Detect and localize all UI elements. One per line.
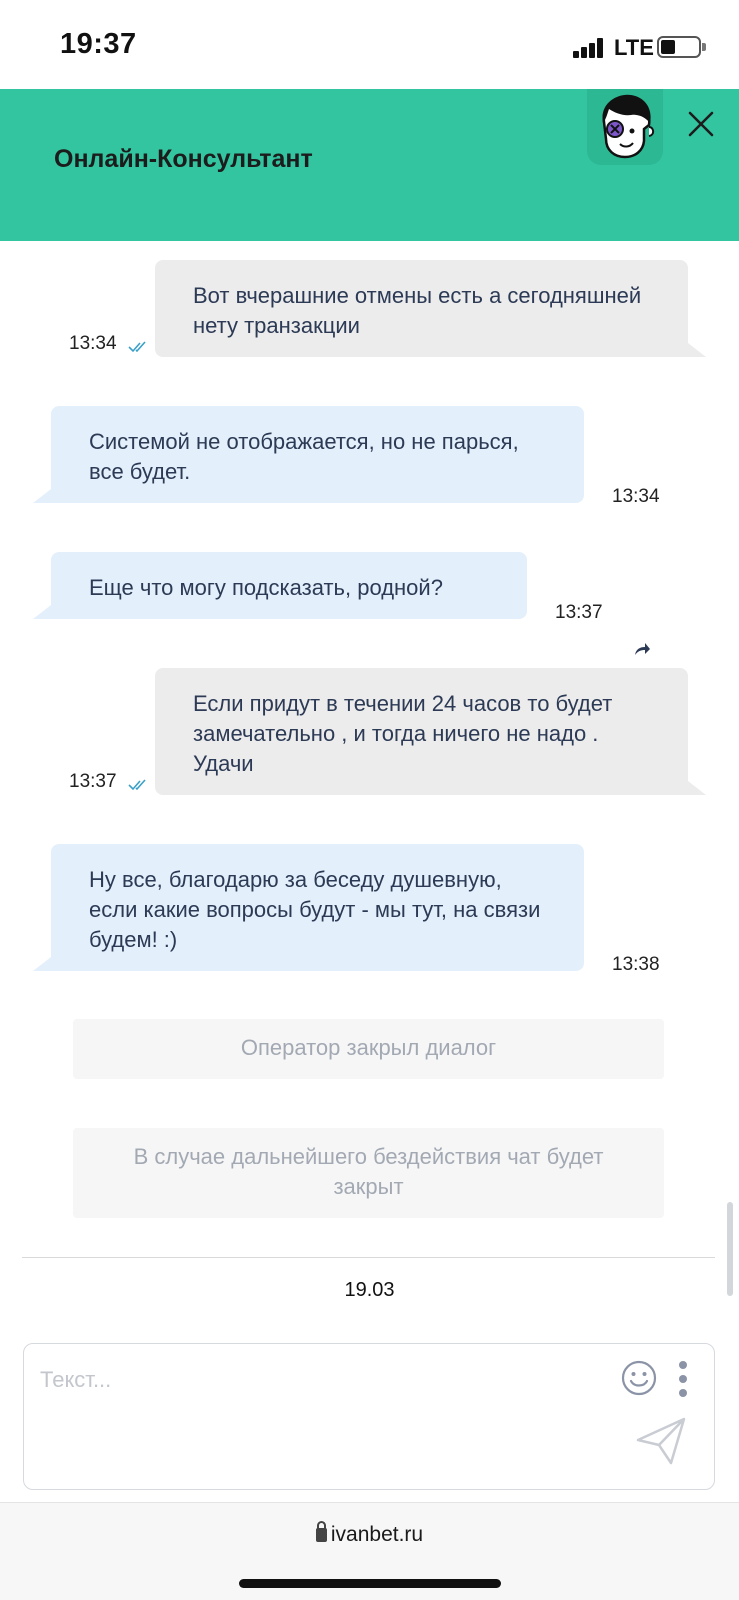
message-input[interactable] bbox=[40, 1360, 580, 1400]
message-text: Вот вчерашние отмены есть а сегодняшней … bbox=[193, 283, 642, 338]
message-bubble-user: Если придут в течении 24 часов то будет … bbox=[155, 668, 706, 795]
operator-face-icon bbox=[587, 89, 663, 165]
scrollbar-thumb[interactable] bbox=[727, 1202, 733, 1296]
message-time: 13:37 bbox=[69, 771, 117, 792]
message-time: 13:34 bbox=[69, 333, 117, 354]
home-indicator[interactable] bbox=[239, 1579, 501, 1588]
read-ticks-icon bbox=[128, 779, 146, 791]
forward-icon[interactable] bbox=[633, 641, 651, 657]
lock-icon bbox=[315, 1521, 327, 1542]
system-notice: Оператор закрыл диалог bbox=[73, 1019, 664, 1079]
date-divider-label: 19.03 bbox=[344, 1279, 395, 1297]
system-notice: В случае дальнейшего бездействия чат буд… bbox=[73, 1128, 664, 1218]
more-vertical-icon[interactable] bbox=[677, 1358, 689, 1400]
browser-bottom-bar: ivanbet.ru bbox=[0, 1502, 739, 1600]
message-time: 13:38 bbox=[612, 954, 660, 975]
read-ticks-icon bbox=[128, 341, 146, 353]
battery-icon bbox=[657, 36, 706, 58]
header-title: Онлайн-Консультант bbox=[54, 145, 313, 173]
cellular-signal-icon bbox=[573, 38, 605, 58]
emoji-icon bbox=[621, 1360, 657, 1396]
message-text: Если придут в течении 24 часов то будет … bbox=[193, 691, 613, 776]
close-button[interactable] bbox=[684, 107, 718, 141]
url-text: ivanbet.ru bbox=[330, 1523, 424, 1546]
send-icon bbox=[636, 1417, 686, 1465]
address-bar[interactable]: ivanbet.ru bbox=[0, 1521, 739, 1547]
message-bubble-user: Вот вчерашние отмены есть а сегодняшней … bbox=[155, 260, 706, 357]
message-time: 13:37 bbox=[555, 602, 603, 623]
message-time: 13:34 bbox=[612, 486, 660, 507]
message-composer bbox=[23, 1343, 715, 1490]
message-bubble-operator: Системой не отображается, но не парься, … bbox=[33, 406, 584, 503]
chat-header: Онлайн-Консультант bbox=[0, 89, 739, 241]
message-text: Системой не отображается, но не парься, … bbox=[89, 429, 519, 484]
message-bubble-operator: Еще что могу подсказать, родной? bbox=[33, 552, 527, 619]
message-text: Еще что могу подсказать, родной? bbox=[89, 575, 443, 600]
chat-messages: Вот вчерашние отмены есть а сегодняшней … bbox=[0, 241, 739, 1321]
date-divider-line bbox=[22, 1257, 715, 1258]
status-time: 19:37 bbox=[60, 28, 137, 60]
message-bubble-operator: Ну все, благодарю за беседу душевную, ес… bbox=[33, 844, 584, 971]
message-text: Ну все, благодарю за беседу душевную, ес… bbox=[89, 867, 541, 952]
emoji-button[interactable] bbox=[621, 1360, 657, 1396]
system-notice-text: В случае дальнейшего бездействия чат буд… bbox=[133, 1144, 604, 1199]
send-button[interactable] bbox=[635, 1416, 687, 1466]
system-notice-text: Оператор закрыл диалог bbox=[240, 1035, 497, 1060]
network-type: LTE bbox=[614, 35, 654, 60]
close-icon bbox=[688, 111, 714, 137]
status-bar: 19:37 LTE bbox=[0, 0, 739, 89]
